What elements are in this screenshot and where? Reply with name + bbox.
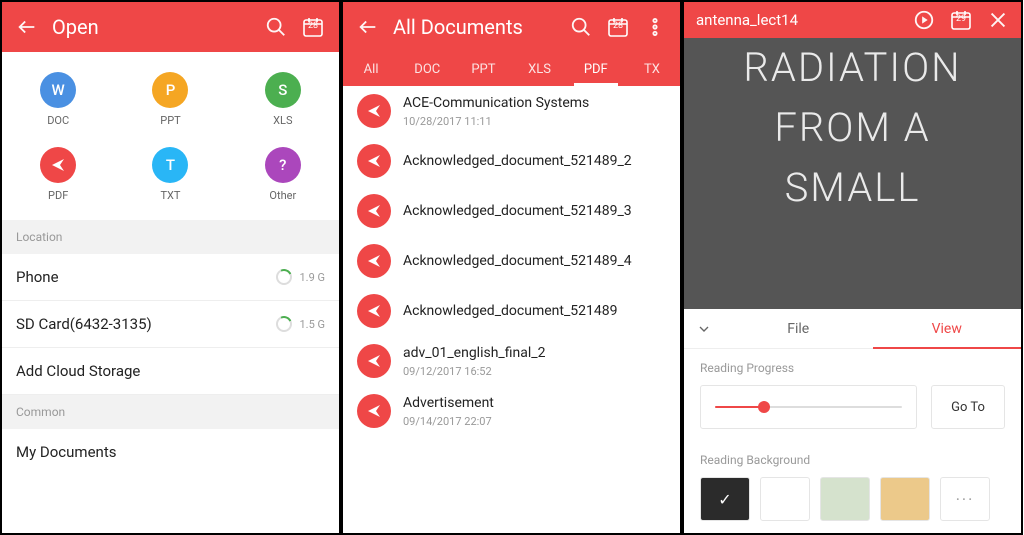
type-label: TXT: [160, 189, 180, 202]
document-row[interactable]: Acknowledged_document_521489_4: [343, 236, 680, 286]
back-icon[interactable]: [357, 16, 379, 38]
type-txt[interactable]: T TXT: [114, 141, 226, 216]
my-documents[interactable]: My Documents: [2, 429, 339, 475]
back-icon[interactable]: [16, 16, 38, 38]
header: All Documents 28: [343, 2, 680, 52]
pdf-icon: [357, 144, 391, 178]
more-icon[interactable]: [644, 16, 666, 38]
document-row[interactable]: Acknowledged_document_521489_3: [343, 186, 680, 236]
type-icon: T: [152, 147, 188, 183]
progress-slider[interactable]: [700, 385, 917, 429]
filter-tabs: AllDOCPPTXLSPDFTX: [343, 52, 680, 86]
header: Open 28: [2, 2, 339, 52]
type-label: PPT: [160, 114, 180, 127]
pdf-icon: [357, 344, 391, 378]
pdf-icon: [357, 294, 391, 328]
location-sdcard[interactable]: SD Card(6432-3135) 1.5 G: [2, 301, 339, 348]
bottom-sheet: File View Reading Progress Go To Reading…: [684, 309, 1021, 533]
document-name: Acknowledged_document_521489_4: [403, 252, 666, 270]
document-list: ACE-Communication Systems 10/28/2017 11:1…: [343, 86, 680, 533]
type-icon: P: [152, 72, 188, 108]
header-title: All Documents: [393, 15, 556, 39]
filter-tab-doc[interactable]: DOC: [399, 52, 455, 86]
pdf-icon: [357, 94, 391, 128]
sheet-tabs: File View: [684, 309, 1021, 349]
document-name: Advertisement: [403, 394, 666, 412]
document-name: Acknowledged_document_521489_3: [403, 202, 666, 220]
filter-tab-xls[interactable]: XLS: [512, 52, 568, 86]
document-meta: 10/28/2017 11:11: [403, 115, 666, 128]
search-icon[interactable]: [265, 16, 287, 38]
document-content[interactable]: RADIATION FROM A SMALL: [684, 38, 1021, 309]
type-doc[interactable]: W DOC: [2, 66, 114, 141]
background-swatches: ✓ ···: [700, 477, 1005, 521]
document-title: antenna_lect14: [696, 11, 899, 29]
type-icon: ?: [265, 147, 301, 183]
bg-swatch-dark[interactable]: ✓: [700, 477, 750, 521]
calendar-icon[interactable]: 28: [606, 15, 630, 39]
pdf-icon: [357, 194, 391, 228]
bg-swatch-sage[interactable]: [820, 477, 870, 521]
document-meta: 09/14/2017 22:07: [403, 415, 666, 428]
filter-tab-ppt[interactable]: PPT: [455, 52, 511, 86]
document-meta: 09/12/2017 16:52: [403, 365, 666, 378]
filter-tab-pdf[interactable]: PDF: [568, 52, 624, 86]
document-row[interactable]: adv_01_english_final_2 09/12/2017 16:52: [343, 336, 680, 386]
panel-all-documents: All Documents 28 AllDOCPPTXLSPDFTX ACE-C…: [341, 0, 682, 535]
type-icon: S: [265, 72, 301, 108]
type-label: DOC: [47, 114, 69, 127]
pdf-icon: [357, 394, 391, 428]
search-icon[interactable]: [570, 16, 592, 38]
add-cloud-storage[interactable]: Add Cloud Storage: [2, 348, 339, 395]
tab-file[interactable]: File: [724, 309, 873, 348]
location-phone[interactable]: Phone 1.9 G: [2, 254, 339, 301]
location-label: SD Card(6432-3135): [16, 315, 276, 333]
reading-background-section: Reading Background ✓···: [684, 441, 1021, 533]
header-title: Open: [52, 15, 251, 39]
location-label: Phone: [16, 268, 276, 286]
play-icon[interactable]: [913, 9, 935, 31]
document-name: Acknowledged_document_521489_2: [403, 152, 666, 170]
calendar-icon[interactable]: 29: [949, 8, 973, 32]
document-row[interactable]: Advertisement 09/14/2017 22:07: [343, 386, 680, 436]
header: antenna_lect14 29: [684, 2, 1021, 38]
storage-pie-icon: [276, 269, 292, 285]
type-pdf[interactable]: PDF: [2, 141, 114, 216]
document-name: ACE-Communication Systems: [403, 94, 666, 112]
storage-size: 1.9 G: [300, 271, 326, 284]
document-name: adv_01_english_final_2: [403, 344, 666, 362]
filter-tab-tx[interactable]: TX: [624, 52, 680, 86]
panel-viewer: antenna_lect14 29 RADIATION FROM A SMALL…: [682, 0, 1023, 535]
type-label: PDF: [48, 189, 68, 202]
storage-pie-icon: [276, 316, 292, 332]
filter-tab-all[interactable]: All: [343, 52, 399, 86]
file-type-grid: W DOC P PPT S XLS PDF T TXT? Other: [2, 52, 339, 220]
document-row[interactable]: ACE-Communication Systems 10/28/2017 11:1…: [343, 86, 680, 136]
panel-open: Open 28 W DOC P PPT S XLS PDF T TXT? Other Locati…: [0, 0, 341, 535]
calendar-icon[interactable]: 28: [301, 15, 325, 39]
storage-size: 1.5 G: [300, 318, 326, 331]
section-common: Common: [2, 395, 339, 429]
document-name: Acknowledged_document_521489: [403, 302, 666, 320]
pdf-icon: [357, 244, 391, 278]
section-location: Location: [2, 220, 339, 254]
type-icon: [40, 147, 76, 183]
bg-swatch-tan[interactable]: [880, 477, 930, 521]
goto-button[interactable]: Go To: [931, 385, 1005, 429]
collapse-icon[interactable]: [684, 309, 724, 348]
type-label: Other: [269, 189, 296, 202]
type-xls[interactable]: S XLS: [227, 66, 339, 141]
document-row[interactable]: Acknowledged_document_521489: [343, 286, 680, 336]
bg-swatch-more[interactable]: ···: [940, 477, 990, 521]
document-row[interactable]: Acknowledged_document_521489_2: [343, 136, 680, 186]
tab-view[interactable]: View: [873, 309, 1022, 348]
bg-swatch-white[interactable]: [760, 477, 810, 521]
type-icon: W: [40, 72, 76, 108]
type-label: XLS: [273, 114, 292, 127]
reading-progress-section: Reading Progress Go To: [684, 349, 1021, 441]
close-icon[interactable]: [987, 9, 1009, 31]
type-other[interactable]: ? Other: [227, 141, 339, 216]
type-ppt[interactable]: P PPT: [114, 66, 226, 141]
